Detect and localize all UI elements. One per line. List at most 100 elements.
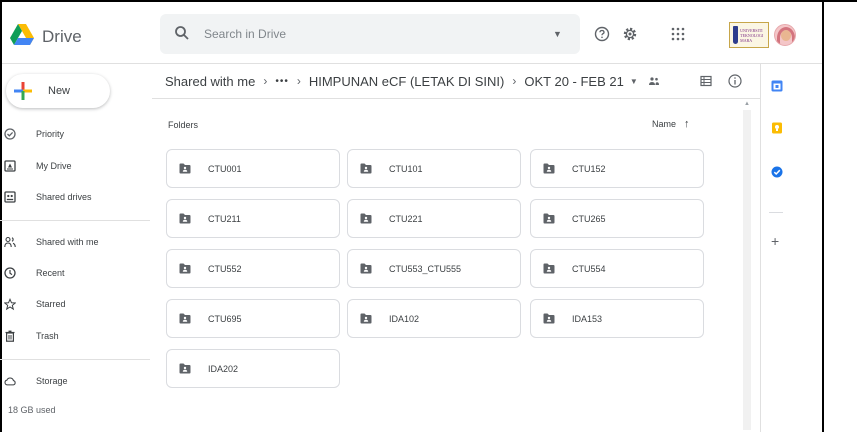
sidebar-item-shared-drives[interactable]: Shared drives [0, 187, 150, 207]
people-icon [4, 236, 16, 248]
top-bar: Drive ▼ UNIVERSITI TEKNOLOGI MARA [2, 2, 822, 64]
sidebar-item-my-drive[interactable]: My Drive [0, 156, 150, 176]
chevron-right-icon: › [512, 74, 517, 88]
organization-logo[interactable]: UNIVERSITI TEKNOLOGI MARA [729, 22, 769, 48]
breadcrumb-parent[interactable]: HIMPUNAN eCF (LETAK DI SINI) [309, 74, 505, 89]
folder-name: CTU001 [208, 163, 242, 174]
folder-tile[interactable]: CTU211 [166, 199, 340, 238]
folder-name: CTU265 [572, 213, 606, 224]
sidebar-item-storage[interactable]: Storage [0, 371, 150, 391]
chevron-right-icon: › [263, 74, 268, 88]
sidebar-item-label: Storage [36, 376, 68, 386]
sidebar-item-recent[interactable]: Recent [0, 263, 150, 283]
folder-tile[interactable]: IDA202 [166, 349, 340, 388]
folder-name: CTU553_CTU555 [389, 263, 462, 274]
side-panel: + [760, 64, 790, 432]
sidebar-item-label: Priority [36, 129, 65, 139]
shared-folder-icon [179, 313, 191, 324]
new-button[interactable]: New [6, 74, 110, 108]
shared-folder-icon [543, 313, 555, 324]
folder-name: CTU221 [389, 213, 423, 224]
sidebar-divider [0, 359, 150, 360]
calendar-icon[interactable] [771, 80, 783, 92]
sidebar-item-label: Shared with me [36, 237, 99, 247]
search-options-icon[interactable]: ▼ [553, 29, 562, 39]
sort-by-name-button[interactable]: Name ↑ [652, 118, 690, 130]
shared-folder-icon [360, 313, 372, 324]
search-icon[interactable] [174, 25, 190, 41]
breadcrumb-ellipsis[interactable]: ••• [275, 76, 289, 87]
avatar-headscarf [777, 27, 795, 45]
new-button-label: New [48, 85, 71, 97]
shared-folder-icon [360, 163, 372, 174]
folder-name: CTU554 [572, 263, 606, 274]
keep-icon[interactable] [771, 122, 783, 134]
trash-icon [4, 330, 16, 342]
sidebar-item-starred[interactable]: Starred [0, 294, 150, 314]
chevron-right-icon: › [296, 74, 301, 88]
help-icon[interactable] [592, 24, 612, 44]
dropdown-arrow-icon[interactable]: ▼ [630, 77, 638, 86]
folder-tile[interactable]: CTU101 [347, 149, 521, 188]
folders-heading: Folders [168, 120, 199, 130]
folder-tile[interactable]: CTU695 [166, 299, 340, 338]
sidebar-item-shared-with-me[interactable]: Shared with me [0, 232, 150, 252]
app-name[interactable]: Drive [42, 27, 82, 47]
shared-folder-icon [179, 213, 191, 224]
storage-used-text: 18 GB used [8, 405, 56, 415]
search-input[interactable] [204, 25, 524, 43]
get-add-ons-icon[interactable]: + [771, 233, 779, 249]
shared-folder-icon [360, 213, 372, 224]
clock-icon [4, 267, 16, 279]
org-crest-icon [733, 26, 739, 44]
check-circle-icon [4, 128, 16, 140]
breadcrumb-current[interactable]: OKT 20 - FEB 21 [524, 74, 623, 89]
sidebar-item-label: My Drive [36, 161, 72, 171]
my-drive-icon [4, 160, 16, 172]
cloud-icon [4, 375, 16, 387]
folder-tile[interactable]: CTU265 [530, 199, 704, 238]
folder-tile[interactable]: CTU001 [166, 149, 340, 188]
folder-name: CTU152 [572, 163, 606, 174]
apps-icon[interactable] [668, 24, 688, 44]
shared-folder-icon [543, 213, 555, 224]
folder-tile[interactable]: CTU152 [530, 149, 704, 188]
folder-tile[interactable]: IDA102 [347, 299, 521, 338]
settings-icon[interactable] [620, 24, 640, 44]
sidebar-item-label: Recent [36, 268, 65, 278]
shared-drives-icon [4, 191, 16, 203]
sidebar-item-priority[interactable]: Priority [0, 124, 150, 144]
shared-folder-icon [360, 263, 372, 274]
account-avatar[interactable] [774, 24, 796, 46]
sidebar-item-label: Trash [36, 331, 59, 341]
folder-name: CTU552 [208, 263, 242, 274]
details-info-icon[interactable] [727, 73, 743, 89]
side-panel-divider [769, 212, 783, 213]
folder-tile[interactable]: CTU554 [530, 249, 704, 288]
scrollbar-track[interactable] [743, 110, 751, 430]
list-view-icon[interactable] [698, 73, 714, 89]
folder-name: CTU695 [208, 313, 242, 324]
search-bar[interactable]: ▼ [160, 14, 580, 54]
sidebar-item-label: Starred [36, 299, 66, 309]
tasks-icon[interactable] [771, 166, 783, 178]
breadcrumb: Shared with me › ••• › HIMPUNAN eCF (LET… [165, 72, 660, 90]
folder-tile[interactable]: IDA153 [530, 299, 704, 338]
sidebar-item-label: Shared drives [36, 192, 92, 202]
shared-folder-icon [648, 74, 660, 89]
star-icon [4, 297, 16, 310]
toolbar-divider [152, 98, 760, 99]
breadcrumb-root[interactable]: Shared with me [165, 74, 255, 89]
scroll-up-arrow-icon[interactable]: ▲ [744, 101, 750, 107]
arrow-up-icon[interactable]: ↑ [684, 118, 690, 130]
folder-tile[interactable]: CTU221 [347, 199, 521, 238]
plus-icon [14, 82, 32, 100]
shared-folder-icon [179, 263, 191, 274]
folder-tile[interactable]: CTU553_CTU555 [347, 249, 521, 288]
shared-folder-icon [179, 163, 191, 174]
sidebar-divider [0, 220, 150, 221]
shared-folder-icon [179, 363, 191, 374]
folder-tile[interactable]: CTU552 [166, 249, 340, 288]
drive-logo-icon[interactable] [10, 24, 34, 46]
sidebar-item-trash[interactable]: Trash [0, 326, 150, 346]
